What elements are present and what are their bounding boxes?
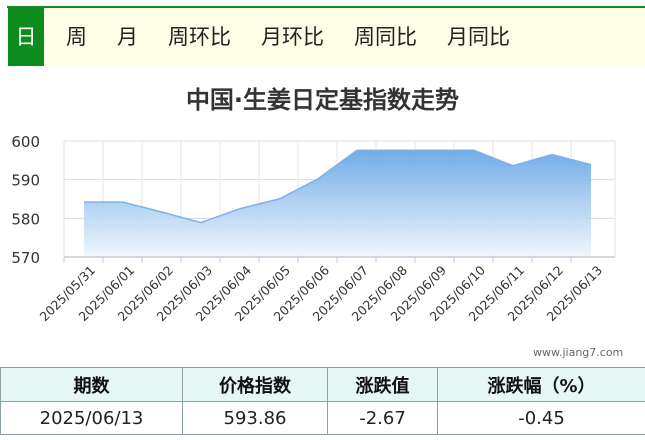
y-tick-label: 600 [11,133,40,151]
series-area [84,150,591,257]
cell-period: 2025/06/13 [0,401,183,435]
table-row: 2025/06/13 593.86 -2.67 -0.45 [0,401,645,435]
watermark: www.jiang7.com [533,346,624,359]
y-tick-label: 570 [11,249,40,267]
y-tick-label: 590 [11,172,40,190]
index-area-chart: 5705805906002025/05/312025/06/012025/06/… [11,133,616,324]
cell-change-value: -2.67 [327,401,438,435]
table-header-row: 期数 价格指数 涨跌值 涨跌幅（%） [0,367,645,402]
summary-table: 期数 价格指数 涨跌值 涨跌幅（%） 2025/06/13 593.86 -2.… [0,367,645,435]
header-period: 期数 [0,367,183,402]
cell-price-index: 593.86 [182,401,328,435]
header-change-percent: 涨跌幅（%） [437,367,645,402]
y-tick-label: 580 [11,210,40,228]
cell-change-percent: -0.45 [437,401,645,435]
header-change-value: 涨跌值 [327,367,438,402]
header-price-index: 价格指数 [182,367,328,402]
